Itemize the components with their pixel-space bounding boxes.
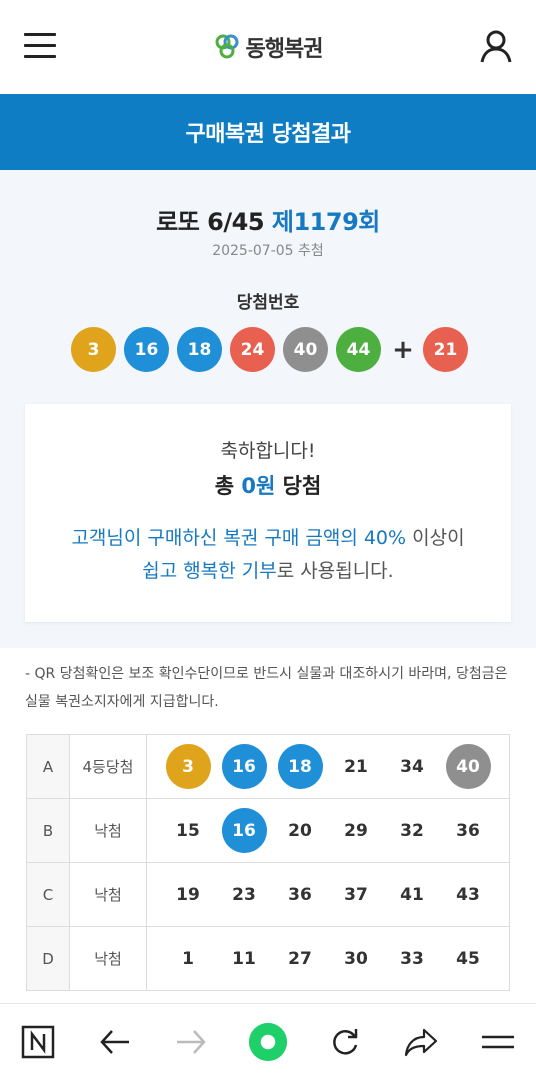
ticket-number: 11	[232, 948, 256, 969]
ticket-number: 37	[344, 884, 368, 905]
donation-highlight-2: 쉽고 행복한 기부	[142, 560, 277, 582]
clover-logo-icon	[215, 34, 239, 59]
bonus-ball: 21	[423, 327, 468, 372]
logo-text: 동행복권	[245, 37, 324, 62]
row-label: A	[26, 734, 70, 799]
total-suffix: 당첨	[282, 474, 322, 498]
back-arrow-icon[interactable]	[95, 1022, 135, 1062]
draw-round: 제1179회	[271, 208, 380, 236]
ticket-number: 19	[176, 884, 200, 905]
row-numbers: 1 11 27 30 33 45	[146, 926, 510, 991]
matched-number: 40	[445, 744, 491, 789]
congrats-text: 축하합니다!	[220, 440, 316, 462]
ticket-number: 1	[182, 948, 194, 969]
winning-numbers-label: 당첨번호	[236, 293, 300, 313]
winning-ball: 24	[230, 327, 275, 372]
matched-number: 3	[165, 744, 211, 789]
logo[interactable]: 동행복권	[214, 31, 323, 63]
game-name: 로또 6/45	[156, 208, 265, 236]
more-menu-icon[interactable]	[478, 1022, 518, 1062]
winning-ball: 18	[177, 327, 222, 372]
ticket-number: 43	[456, 884, 480, 905]
row-status: 낙첨	[69, 862, 147, 927]
row-label: D	[26, 926, 70, 991]
winning-ball: 44	[336, 327, 381, 372]
ticket-number: 21	[344, 756, 368, 777]
total-prefix: 총	[214, 474, 235, 498]
ticket-number: 30	[344, 948, 368, 969]
row-numbers: 15 16 20 29 32 36	[146, 798, 510, 863]
ticket-number: 36	[456, 820, 480, 841]
donation-message: 고객님이 구매하신 복권 구매 금액의 40% 이상이 쉽고 행복한 기부로 사…	[25, 522, 511, 588]
draw-date: 2025-07-05 추첨	[212, 243, 324, 259]
row-label: B	[26, 798, 70, 863]
row-numbers: 19 23 36 37 41 43	[146, 862, 510, 927]
result-section: 로또 6/45 제1179회 2025-07-05 추첨 당첨번호 3 16 1…	[0, 170, 536, 648]
ticket-number: 27	[288, 948, 312, 969]
row-label: C	[26, 862, 70, 927]
donation-text-2: 로 사용됩니다.	[276, 560, 394, 582]
row-status: 4등당첨	[69, 734, 147, 799]
ticket-number: 29	[344, 820, 368, 841]
qr-notice: - QR 당첨확인은 보조 확인수단이므로 반드시 실물과 대조하시기 바라며,…	[25, 666, 508, 710]
ticket-number: 41	[400, 884, 424, 905]
row-status: 낙첨	[69, 926, 147, 991]
table-row: D 낙첨 1 11 27 30 33 45	[26, 926, 510, 991]
ticket-number: 32	[400, 820, 424, 841]
user-icon[interactable]	[478, 28, 514, 64]
draw-title: 로또 6/45 제1179회	[0, 202, 536, 237]
refresh-icon[interactable]	[325, 1022, 365, 1062]
share-icon[interactable]	[401, 1022, 441, 1062]
naver-home-icon[interactable]	[18, 1022, 58, 1062]
winning-ball: 3	[71, 327, 116, 372]
ticket-number: 34	[400, 756, 424, 777]
donation-text-1: 이상이	[406, 527, 465, 549]
row-numbers: 3 16 18 21 34 40	[146, 734, 510, 799]
page-title: 구매복권 당첨결과	[185, 122, 351, 147]
hamburger-menu-icon[interactable]	[24, 33, 56, 61]
plus-sign: +	[392, 334, 414, 365]
ticket-number: 15	[176, 820, 200, 841]
ticket-number: 36	[288, 884, 312, 905]
forward-arrow-icon[interactable]	[171, 1022, 211, 1062]
table-row: C 낙첨 19 23 36 37 41 43	[26, 862, 510, 927]
winning-numbers: 3 16 18 24 40 44 + 21	[71, 327, 476, 372]
matched-number: 16	[221, 808, 267, 853]
total-amount: 0원	[241, 474, 276, 498]
ticket-number: 23	[232, 884, 256, 905]
browser-bottom-bar	[0, 1003, 536, 1080]
ticket-number: 45	[456, 948, 480, 969]
prize-summary-card: 축하합니다! 총 0원 당첨 고객님이 구매하신 복권 구매 금액의 40% 이…	[25, 404, 511, 622]
app-header: 동행복권	[0, 0, 536, 94]
matched-number: 18	[277, 744, 323, 789]
green-dot-icon[interactable]	[248, 1022, 288, 1062]
ticket-number: 20	[288, 820, 312, 841]
winning-ball: 40	[283, 327, 328, 372]
ticket-results-table: A 4등당첨 3 16 18 21 34 40 B 낙첨 15 16 20 29…	[26, 734, 510, 991]
table-row: B 낙첨 15 16 20 29 32 36	[26, 798, 510, 863]
matched-number: 16	[221, 744, 267, 789]
donation-highlight-1: 고객님이 구매하신 복권 구매 금액의 40%	[71, 527, 407, 549]
page-title-bar: 구매복권 당첨결과	[0, 94, 536, 170]
table-row: A 4등당첨 3 16 18 21 34 40	[26, 734, 510, 799]
ticket-number: 33	[400, 948, 424, 969]
winning-ball: 16	[124, 327, 169, 372]
row-status: 낙첨	[69, 798, 147, 863]
total-prize: 총 0원 당첨	[25, 470, 511, 500]
